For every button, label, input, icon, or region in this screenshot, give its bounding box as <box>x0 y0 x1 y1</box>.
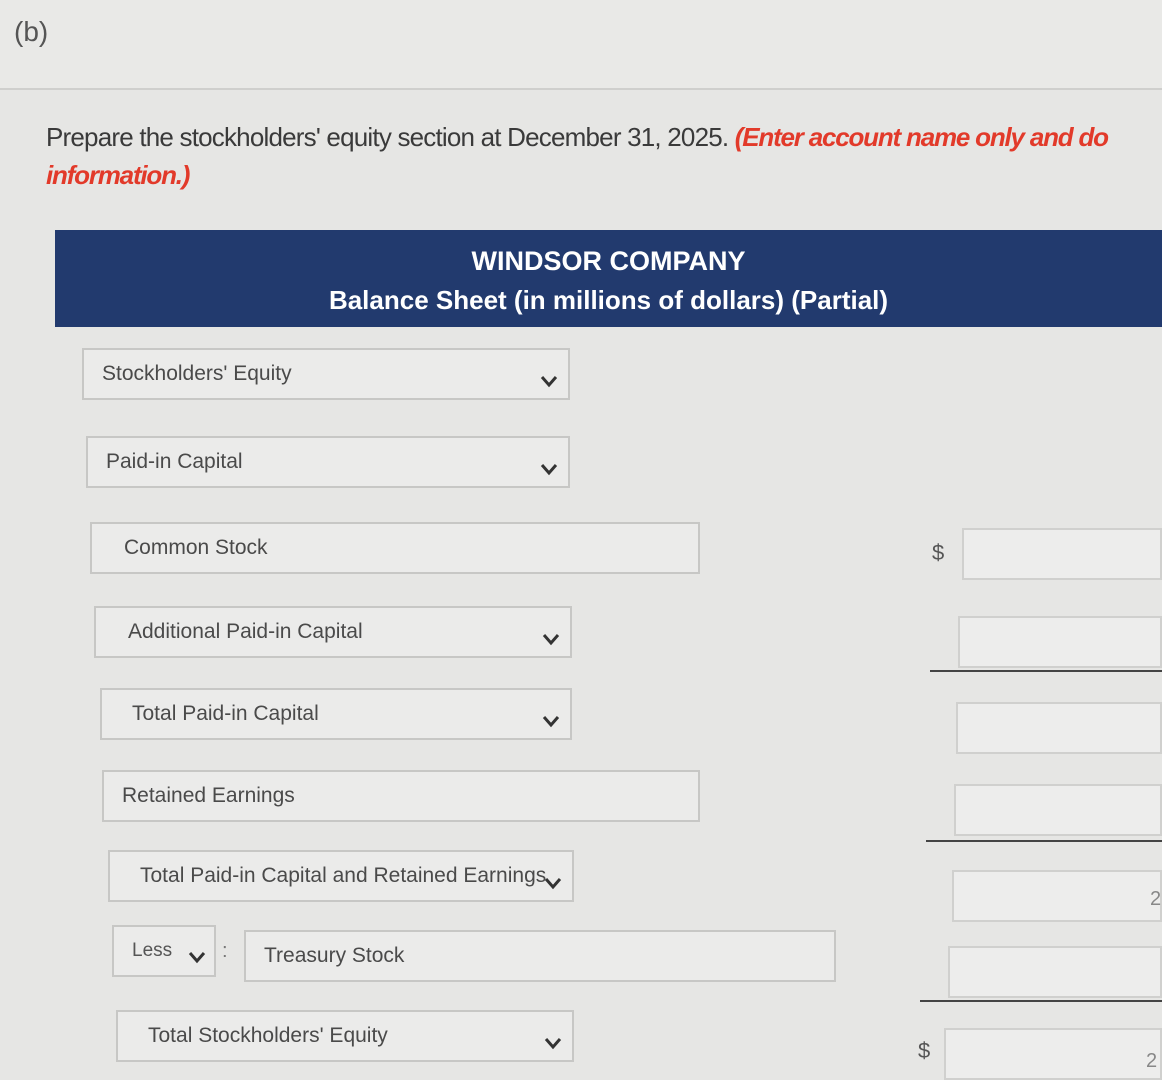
common-stock-label: Common Stock <box>124 536 268 559</box>
additional-paid-in-capital-label: Additional Paid-in Capital <box>128 620 363 643</box>
common-stock-input[interactable]: Common Stock <box>90 522 700 574</box>
total-paid-in-capital-label: Total Paid-in Capital <box>132 702 319 725</box>
dollar-sign: $ <box>918 1038 931 1063</box>
treasury-stock-label: Treasury Stock <box>264 944 405 967</box>
subtotal-rule <box>930 670 1162 672</box>
less-select[interactable]: Less <box>112 925 216 977</box>
stockholders-equity-label: Stockholders' Equity <box>102 362 292 385</box>
balance-sheet-header: WINDSOR COMPANY Balance Sheet (in millio… <box>55 230 1162 327</box>
chevron-down-icon <box>538 450 560 476</box>
total-paid-in-capital-amount-input[interactable] <box>956 702 1162 754</box>
chevron-down-icon <box>540 702 562 728</box>
less-label: Less <box>132 940 173 961</box>
retained-earnings-label: Retained Earnings <box>122 784 295 807</box>
subtotal-rule <box>920 1000 1162 1002</box>
edge-digit: 2 <box>1150 888 1162 910</box>
treasury-stock-input[interactable]: Treasury Stock <box>244 930 836 982</box>
treasury-stock-amount-input[interactable] <box>948 946 1162 998</box>
additional-paid-in-capital-amount-input[interactable] <box>958 616 1162 668</box>
total-pic-and-re-amount-input[interactable] <box>952 870 1162 922</box>
part-label: (b) <box>14 16 49 47</box>
additional-paid-in-capital-select[interactable]: Additional Paid-in Capital <box>94 606 572 658</box>
chevron-down-icon <box>540 620 562 646</box>
subtotal-rule <box>926 840 1162 842</box>
total-pic-and-re-select[interactable]: Total Paid-in Capital and Retained Earni… <box>108 850 574 902</box>
instructions-red-text: (Enter account name only and do <box>734 122 1109 152</box>
common-stock-amount-input[interactable] <box>962 528 1162 580</box>
total-pic-and-re-label: Total Paid-in Capital and Retained Earni… <box>140 864 547 887</box>
retained-earnings-input[interactable]: Retained Earnings <box>102 770 700 822</box>
total-paid-in-capital-select[interactable]: Total Paid-in Capital <box>100 688 572 740</box>
company-name: WINDSOR COMPANY <box>471 246 746 276</box>
edge-digit: 2 <box>1146 1050 1158 1072</box>
instructions: Prepare the stockholders' equity section… <box>46 118 1162 194</box>
paid-in-capital-label: Paid-in Capital <box>106 450 243 473</box>
dollar-sign: $ <box>932 540 945 565</box>
chevron-down-icon <box>186 939 208 964</box>
sheet-title: Balance Sheet (in millions of dollars) (… <box>328 285 889 315</box>
chevron-down-icon <box>542 1024 564 1050</box>
stockholders-equity-select[interactable]: Stockholders' Equity <box>82 348 570 400</box>
instructions-line2: information.) <box>46 160 190 190</box>
instructions-text: Prepare the stockholders' equity section… <box>46 122 729 152</box>
colon: : <box>222 940 228 962</box>
total-stockholders-equity-amount-input[interactable] <box>944 1028 1162 1080</box>
total-stockholders-equity-select[interactable]: Total Stockholders' Equity <box>116 1010 574 1062</box>
paid-in-capital-select[interactable]: Paid-in Capital <box>86 436 570 488</box>
chevron-down-icon <box>538 362 560 388</box>
chevron-down-icon <box>542 864 564 890</box>
retained-earnings-amount-input[interactable] <box>954 784 1162 836</box>
top-band: (b) <box>0 0 1162 90</box>
total-stockholders-equity-label: Total Stockholders' Equity <box>148 1024 388 1047</box>
